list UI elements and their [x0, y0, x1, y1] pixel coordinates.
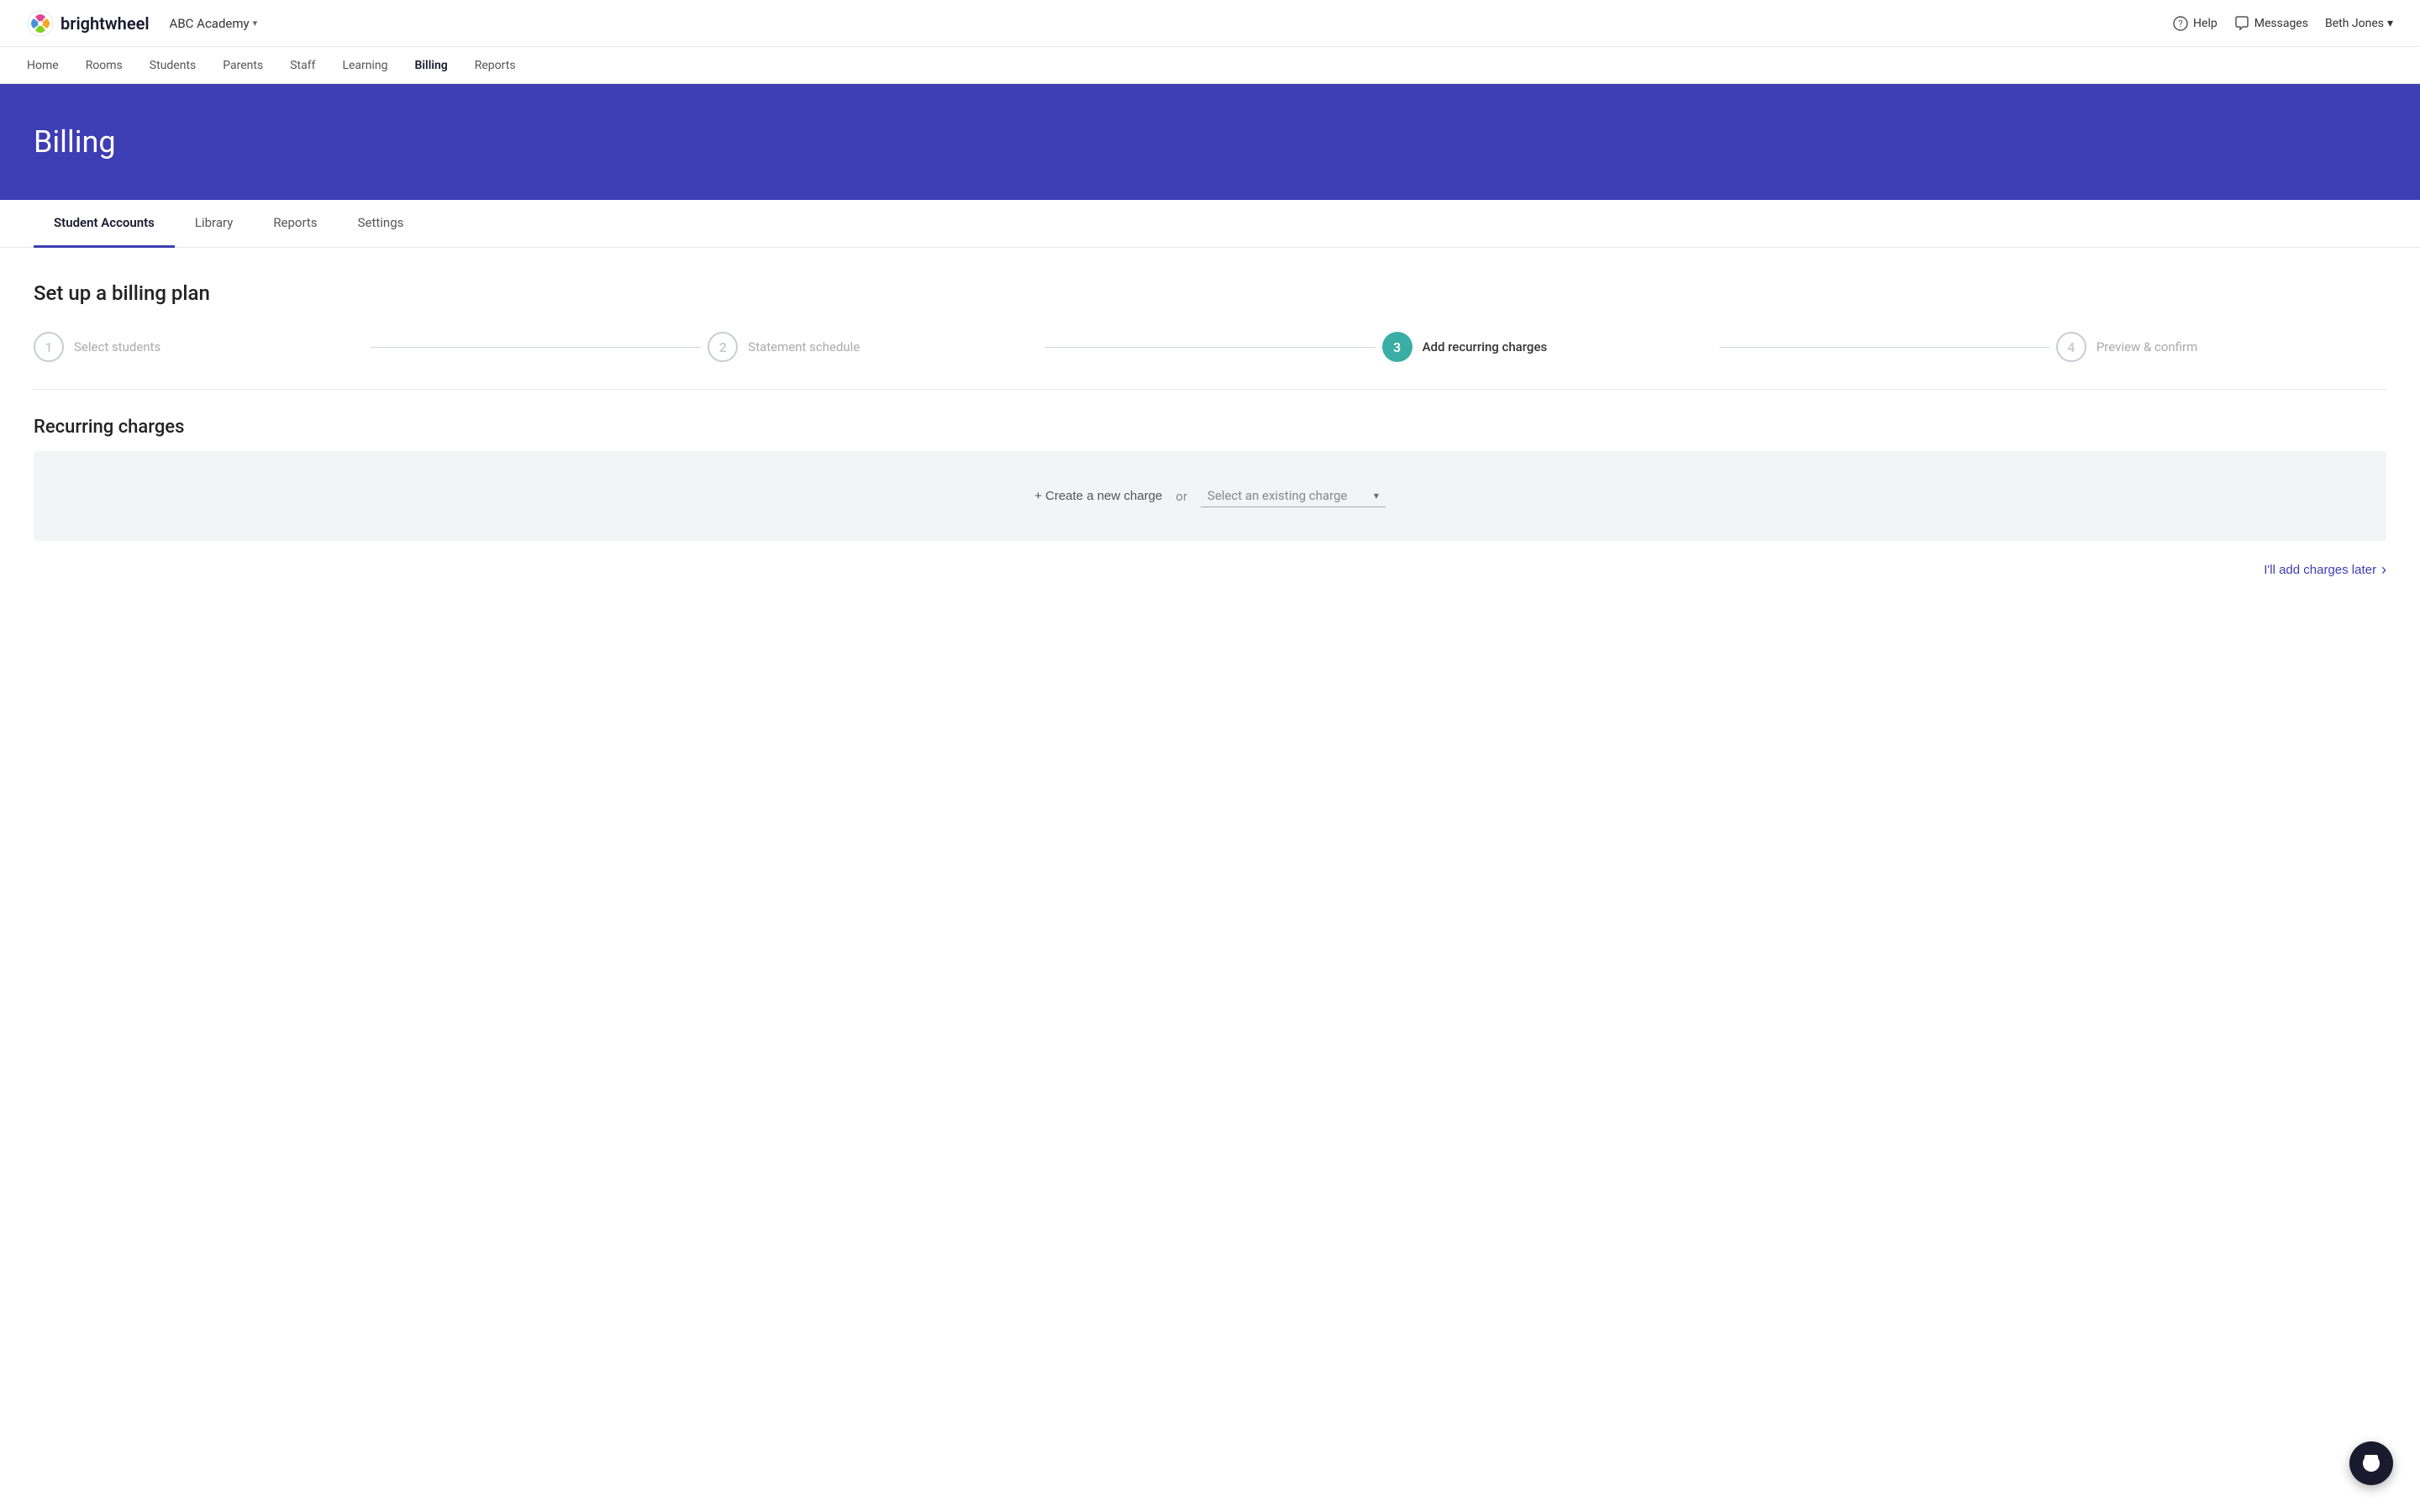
step-3: 3 Add recurring charges: [1382, 332, 1712, 362]
org-caret-icon: ▾: [253, 18, 258, 29]
section-title: Set up a billing plan: [34, 281, 2386, 305]
divider: [34, 389, 2386, 390]
chat-fab-button[interactable]: [2349, 1441, 2393, 1485]
charge-box: + Create a new charge or Select an exist…: [34, 451, 2386, 541]
tab-student-accounts[interactable]: Student Accounts: [34, 200, 175, 248]
nav: Home Rooms Students Parents Staff Learni…: [0, 47, 2420, 84]
nav-item-reports[interactable]: Reports: [475, 49, 516, 82]
messages-button[interactable]: Messages: [2234, 16, 2308, 31]
nav-item-learning[interactable]: Learning: [342, 49, 387, 82]
step-1: 1 Select students: [34, 332, 364, 362]
step-3-circle: 3: [1382, 332, 1413, 362]
user-menu[interactable]: Beth Jones ▾: [2325, 17, 2393, 30]
step-3-label: Add recurring charges: [1423, 339, 1548, 354]
step-4-label: Preview & confirm: [2096, 339, 2197, 354]
step-2-label: Statement schedule: [748, 339, 860, 354]
logo[interactable]: brightwheel: [27, 10, 150, 37]
tab-library[interactable]: Library: [175, 200, 253, 248]
tab-reports[interactable]: Reports: [253, 200, 337, 248]
logo-icon: [27, 10, 54, 37]
tab-bar: Student Accounts Library Reports Setting…: [0, 200, 2420, 248]
org-name: ABC Academy: [170, 16, 250, 31]
add-later-arrow-icon: ›: [2381, 561, 2386, 579]
step-connector-3-4: [1719, 347, 2049, 348]
main-content: Set up a billing plan 1 Select students …: [0, 248, 2420, 612]
steps-container: 1 Select students 2 Statement schedule 3…: [34, 332, 2386, 362]
svg-text:?: ?: [2178, 18, 2182, 29]
nav-item-home[interactable]: Home: [27, 49, 59, 82]
step-1-circle: 1: [34, 332, 64, 362]
nav-item-staff[interactable]: Staff: [290, 49, 315, 82]
top-bar-left: brightwheel ABC Academy ▾: [27, 10, 257, 37]
top-bar-right: ? Help Messages Beth Jones ▾: [2173, 16, 2393, 31]
step-4: 4 Preview & confirm: [2056, 332, 2386, 362]
user-caret-icon: ▾: [2387, 17, 2393, 30]
step-connector-2-3: [1044, 347, 1375, 348]
step-4-circle: 4: [2056, 332, 2086, 362]
step-2: 2 Statement schedule: [708, 332, 1038, 362]
add-later-label: I'll add charges later: [2264, 563, 2376, 577]
org-selector[interactable]: ABC Academy ▾: [170, 16, 258, 31]
step-connector-1-2: [371, 347, 701, 348]
add-later-button[interactable]: I'll add charges later ›: [2264, 561, 2386, 579]
hero-section: Billing: [0, 84, 2420, 200]
create-charge-button[interactable]: + Create a new charge: [1034, 489, 1162, 503]
help-button[interactable]: ? Help: [2173, 16, 2217, 31]
step-2-circle: 2: [708, 332, 738, 362]
step-4-number: 4: [2067, 339, 2075, 355]
logo-text: brightwheel: [60, 13, 150, 34]
dropdown-chevron-icon: ▾: [1374, 490, 1379, 501]
nav-item-rooms[interactable]: Rooms: [86, 49, 123, 82]
select-existing-dropdown[interactable]: Select an existing charge ▾: [1201, 485, 1386, 507]
step-1-number: 1: [45, 339, 52, 355]
user-name: Beth Jones: [2325, 17, 2384, 30]
hero-title: Billing: [34, 124, 2386, 160]
help-label: Help: [2193, 17, 2217, 30]
help-icon: ?: [2173, 16, 2188, 31]
step-1-label: Select students: [74, 339, 160, 354]
step-2-number: 2: [719, 339, 727, 355]
messages-label: Messages: [2254, 17, 2308, 30]
nav-item-students[interactable]: Students: [150, 49, 196, 82]
step-3-number: 3: [1393, 339, 1401, 355]
chat-icon: [2361, 1453, 2381, 1473]
nav-item-billing[interactable]: Billing: [415, 49, 448, 82]
select-existing-placeholder: Select an existing charge: [1207, 488, 1374, 503]
recurring-title: Recurring charges: [34, 417, 2386, 438]
add-later-row: I'll add charges later ›: [34, 561, 2386, 579]
nav-item-parents[interactable]: Parents: [223, 49, 263, 82]
or-text: or: [1176, 489, 1187, 504]
tab-settings[interactable]: Settings: [338, 200, 424, 248]
messages-icon: [2234, 16, 2249, 31]
top-bar: brightwheel ABC Academy ▾ ? Help Message…: [0, 0, 2420, 47]
create-charge-label: + Create a new charge: [1034, 489, 1162, 503]
